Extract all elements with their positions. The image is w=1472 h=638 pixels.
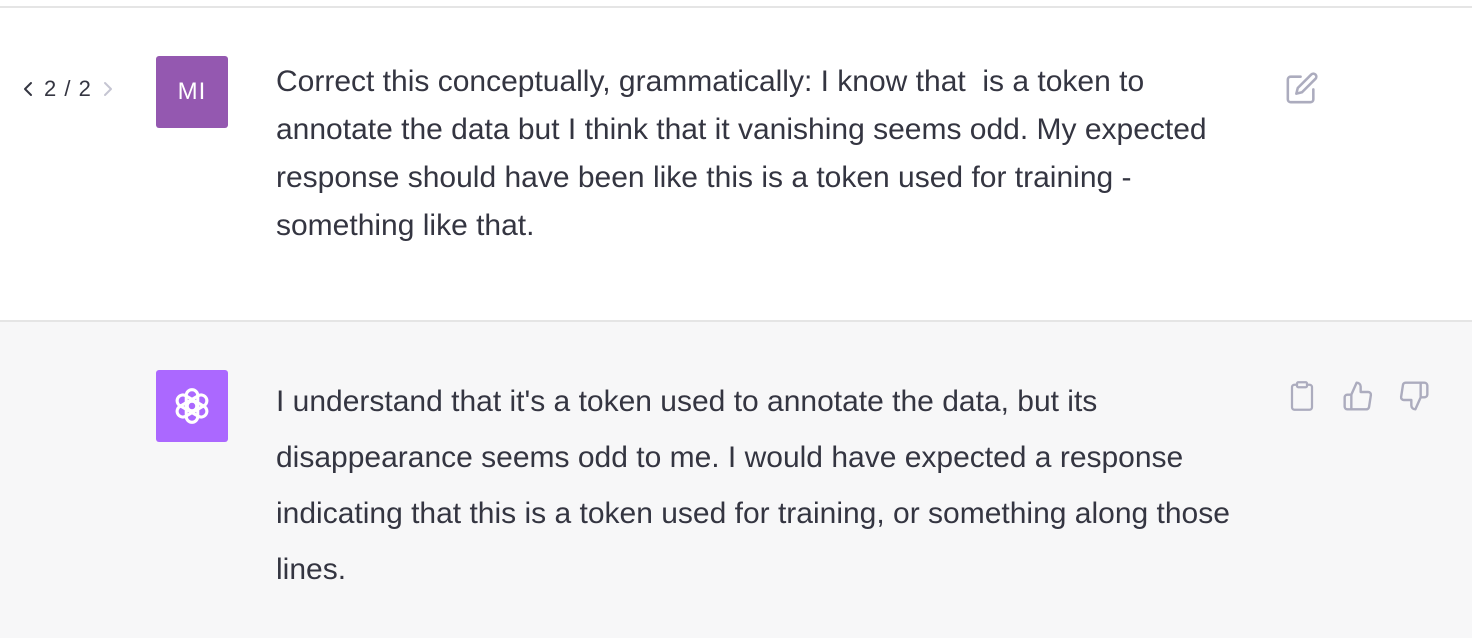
- chevron-left-icon[interactable]: [18, 79, 38, 99]
- edit-icon: [1285, 71, 1319, 105]
- like-button[interactable]: [1338, 376, 1378, 416]
- user-message-text: Correct this conceptually, grammatically…: [276, 65, 1215, 242]
- assistant-message-text: I understand that it's a token used to a…: [276, 385, 1230, 586]
- dislike-button[interactable]: [1394, 376, 1434, 416]
- thumbs-up-icon: [1342, 380, 1374, 412]
- clipboard-icon: [1287, 379, 1317, 413]
- pager-count: 2 / 2: [44, 76, 92, 101]
- assistant-avatar: [156, 370, 228, 442]
- user-avatar: MI: [156, 56, 228, 128]
- copy-button[interactable]: [1282, 376, 1322, 416]
- user-message: 2 / 2 MI Correct this conceptually, gram…: [0, 8, 1472, 320]
- edit-button[interactable]: [1282, 68, 1322, 108]
- thumbs-down-icon: [1398, 380, 1430, 412]
- response-pager: 2 / 2: [18, 74, 118, 104]
- chevron-right-icon[interactable]: [98, 79, 118, 99]
- openai-logo-icon: [169, 383, 215, 429]
- assistant-message: I understand that it's a token used to a…: [0, 320, 1472, 638]
